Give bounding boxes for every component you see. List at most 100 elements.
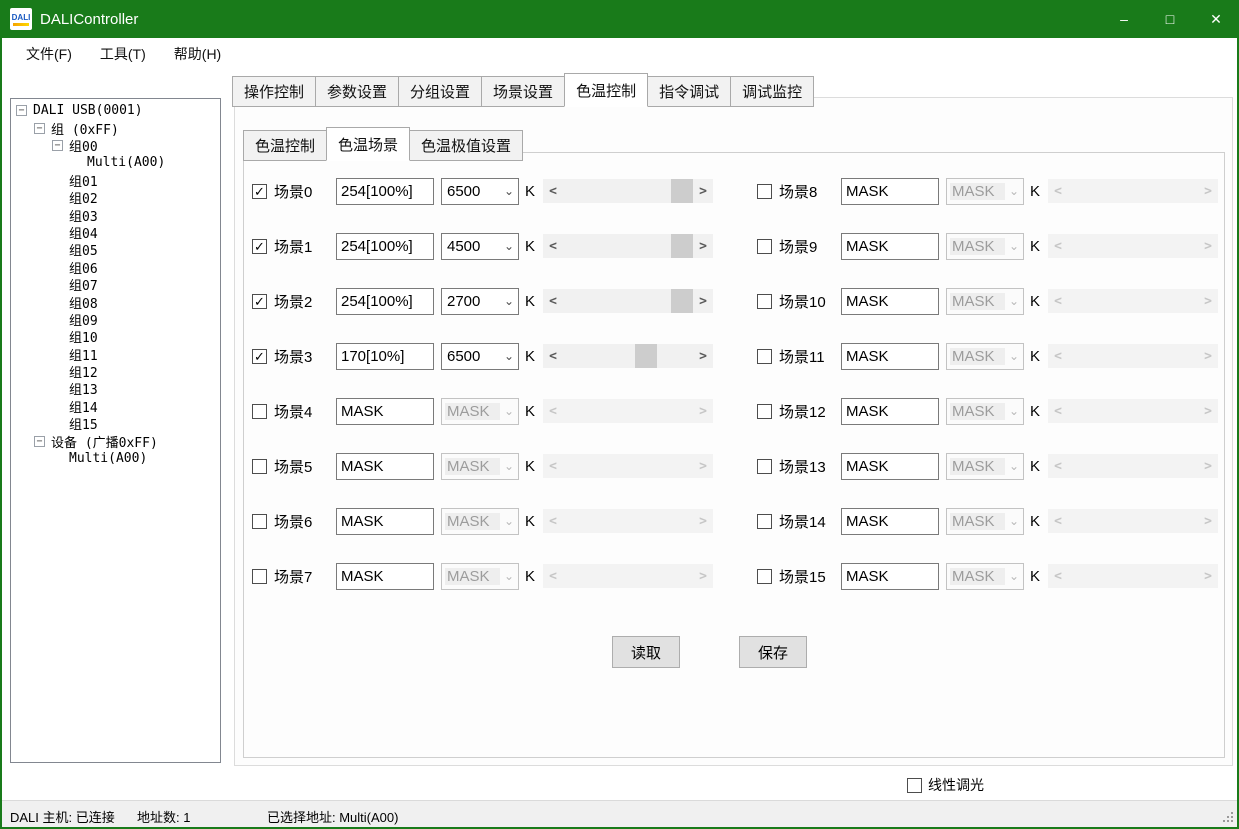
scene-checkbox[interactable] bbox=[252, 569, 267, 584]
level-scrollbar[interactable]: < > bbox=[1048, 509, 1218, 533]
read-button[interactable]: 读取 bbox=[612, 636, 680, 668]
tree-item[interactable]: 组13 bbox=[11, 380, 220, 397]
cct-combo[interactable]: 6500 ⌄ bbox=[441, 343, 519, 370]
level-input[interactable] bbox=[336, 343, 434, 370]
scroll-left-icon[interactable]: < bbox=[1048, 344, 1068, 368]
level-input[interactable] bbox=[841, 508, 939, 535]
tree-expander-icon[interactable]: − bbox=[34, 436, 45, 447]
level-scrollbar[interactable]: < > bbox=[543, 344, 713, 368]
scroll-left-icon[interactable]: < bbox=[1048, 234, 1068, 258]
close-button[interactable]: ✕ bbox=[1193, 0, 1239, 38]
level-input[interactable] bbox=[336, 508, 434, 535]
scroll-right-icon[interactable]: > bbox=[1198, 179, 1218, 203]
scrollbar-track[interactable] bbox=[1068, 234, 1198, 258]
cct-combo[interactable]: 6500 ⌄ bbox=[441, 178, 519, 205]
tab-main-0[interactable]: 操作控制 bbox=[232, 76, 316, 107]
scene-checkbox[interactable] bbox=[252, 404, 267, 419]
maximize-button[interactable]: □ bbox=[1147, 0, 1193, 38]
chevron-down-icon[interactable]: ⌄ bbox=[1005, 349, 1023, 363]
level-scrollbar[interactable]: < > bbox=[543, 179, 713, 203]
scene-checkbox[interactable] bbox=[757, 349, 772, 364]
tree-item[interactable]: 组12 bbox=[11, 363, 220, 380]
level-input[interactable] bbox=[336, 178, 434, 205]
cct-combo[interactable]: MASK ⌄ bbox=[946, 453, 1024, 480]
resize-grip[interactable] bbox=[1223, 812, 1233, 822]
chevron-down-icon[interactable]: ⌄ bbox=[1005, 239, 1023, 253]
tree-item[interactable]: −DALI USB(0001) bbox=[11, 102, 220, 119]
chevron-down-icon[interactable]: ⌄ bbox=[500, 294, 518, 308]
cct-combo[interactable]: MASK ⌄ bbox=[441, 563, 519, 590]
chevron-down-icon[interactable]: ⌄ bbox=[500, 404, 518, 418]
cct-combo[interactable]: MASK ⌄ bbox=[441, 508, 519, 535]
level-scrollbar[interactable]: < > bbox=[1048, 454, 1218, 478]
scroll-right-icon[interactable]: > bbox=[1198, 289, 1218, 313]
scrollbar-track[interactable] bbox=[1068, 179, 1198, 203]
chevron-down-icon[interactable]: ⌄ bbox=[1005, 569, 1023, 583]
scrollbar-track[interactable] bbox=[563, 564, 693, 588]
tree-item[interactable]: 组15 bbox=[11, 415, 220, 432]
chevron-down-icon[interactable]: ⌄ bbox=[500, 569, 518, 583]
minimize-button[interactable]: – bbox=[1101, 0, 1147, 38]
scene-checkbox[interactable] bbox=[252, 514, 267, 529]
chevron-down-icon[interactable]: ⌄ bbox=[500, 459, 518, 473]
scroll-left-icon[interactable]: < bbox=[543, 454, 563, 478]
chevron-down-icon[interactable]: ⌄ bbox=[1005, 404, 1023, 418]
chevron-down-icon[interactable]: ⌄ bbox=[1005, 184, 1023, 198]
scrollbar-thumb[interactable] bbox=[671, 234, 693, 258]
scrollbar-track[interactable] bbox=[563, 399, 693, 423]
level-scrollbar[interactable]: < > bbox=[1048, 564, 1218, 588]
scroll-left-icon[interactable]: < bbox=[543, 509, 563, 533]
level-input[interactable] bbox=[336, 233, 434, 260]
scrollbar-track[interactable] bbox=[563, 454, 693, 478]
chevron-down-icon[interactable]: ⌄ bbox=[1005, 459, 1023, 473]
cct-combo[interactable]: MASK ⌄ bbox=[946, 343, 1024, 370]
linear-dimming-checkbox[interactable] bbox=[907, 778, 922, 793]
level-input[interactable] bbox=[841, 398, 939, 425]
scene-checkbox[interactable] bbox=[757, 404, 772, 419]
scrollbar-track[interactable] bbox=[563, 509, 693, 533]
tree-item[interactable]: −组00 bbox=[11, 137, 220, 154]
scroll-right-icon[interactable]: > bbox=[693, 509, 713, 533]
scrollbar-track[interactable] bbox=[563, 179, 693, 203]
cct-combo[interactable]: MASK ⌄ bbox=[946, 178, 1024, 205]
tree-item[interactable]: 组01 bbox=[11, 172, 220, 189]
scrollbar-track[interactable] bbox=[1068, 289, 1198, 313]
level-scrollbar[interactable]: < > bbox=[543, 234, 713, 258]
scroll-right-icon[interactable]: > bbox=[693, 344, 713, 368]
level-scrollbar[interactable]: < > bbox=[543, 564, 713, 588]
cct-combo[interactable]: 2700 ⌄ bbox=[441, 288, 519, 315]
scroll-left-icon[interactable]: < bbox=[1048, 399, 1068, 423]
tree-item[interactable]: 组14 bbox=[11, 398, 220, 415]
scene-checkbox[interactable] bbox=[757, 239, 772, 254]
tree-expander-icon[interactable]: − bbox=[34, 123, 45, 134]
scroll-right-icon[interactable]: > bbox=[693, 179, 713, 203]
scroll-left-icon[interactable]: < bbox=[543, 564, 563, 588]
tree-expander-icon[interactable]: − bbox=[16, 105, 27, 116]
scene-checkbox[interactable]: ✓ bbox=[252, 294, 267, 309]
scrollbar-thumb[interactable] bbox=[671, 289, 693, 313]
tree-expander-icon[interactable]: − bbox=[52, 140, 63, 151]
level-input[interactable] bbox=[841, 563, 939, 590]
scroll-right-icon[interactable]: > bbox=[1198, 399, 1218, 423]
chevron-down-icon[interactable]: ⌄ bbox=[1005, 514, 1023, 528]
scrollbar-track[interactable] bbox=[563, 344, 693, 368]
scroll-left-icon[interactable]: < bbox=[1048, 454, 1068, 478]
scrollbar-track[interactable] bbox=[563, 234, 693, 258]
save-button[interactable]: 保存 bbox=[739, 636, 807, 668]
level-scrollbar[interactable]: < > bbox=[1048, 289, 1218, 313]
scene-checkbox[interactable]: ✓ bbox=[252, 184, 267, 199]
scrollbar-track[interactable] bbox=[1068, 344, 1198, 368]
scrollbar-track[interactable] bbox=[1068, 454, 1198, 478]
level-scrollbar[interactable]: < > bbox=[1048, 344, 1218, 368]
scene-checkbox[interactable] bbox=[252, 459, 267, 474]
cct-combo[interactable]: MASK ⌄ bbox=[946, 288, 1024, 315]
scroll-left-icon[interactable]: < bbox=[1048, 509, 1068, 533]
tree-item[interactable]: Multi(A00) bbox=[11, 450, 220, 467]
cct-combo[interactable]: 4500 ⌄ bbox=[441, 233, 519, 260]
scroll-left-icon[interactable]: < bbox=[543, 234, 563, 258]
scene-checkbox[interactable] bbox=[757, 569, 772, 584]
scroll-right-icon[interactable]: > bbox=[1198, 454, 1218, 478]
cct-combo[interactable]: MASK ⌄ bbox=[946, 233, 1024, 260]
tree-item[interactable]: 组11 bbox=[11, 345, 220, 362]
scene-checkbox[interactable] bbox=[757, 459, 772, 474]
